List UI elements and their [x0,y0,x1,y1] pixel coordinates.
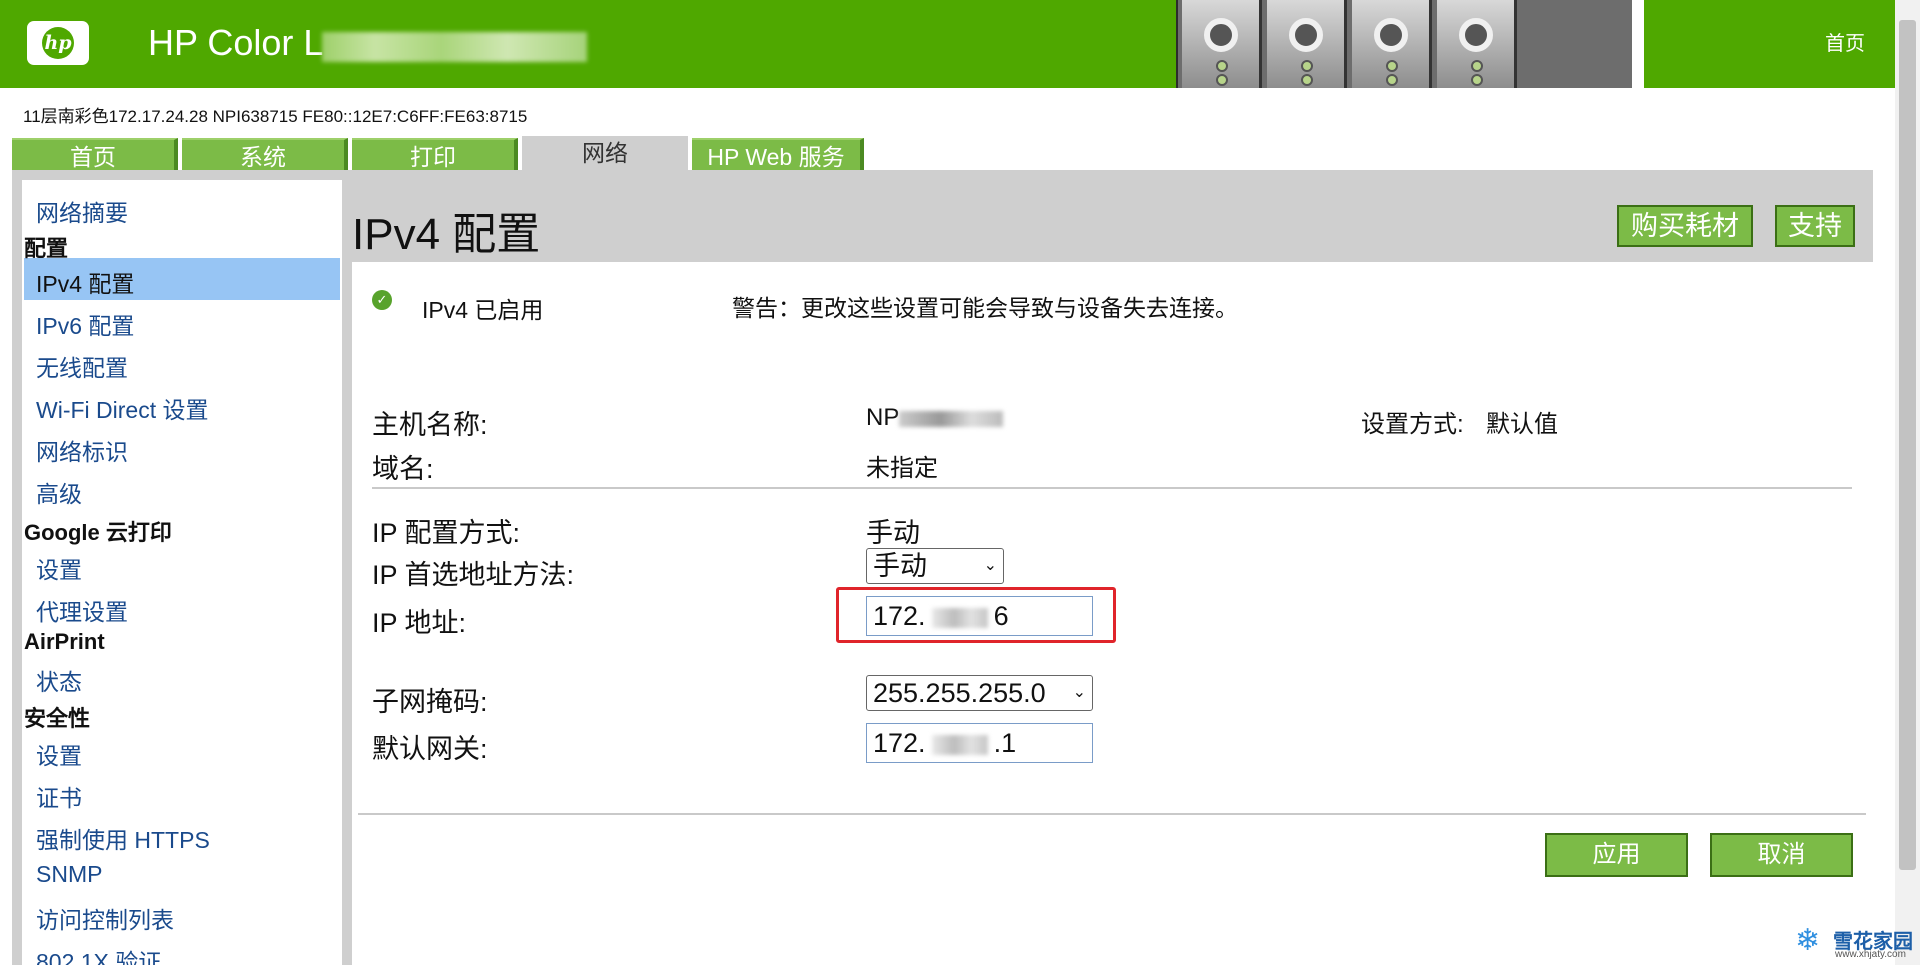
subnet-mask-label: 子网掩码: [372,687,488,717]
domain-label: 域名: [372,454,434,484]
printer-title: HP Color L [148,22,324,63]
default-gateway-input[interactable]: 172. .1 [866,723,1093,763]
header-home-link[interactable]: 首页 [1825,27,1865,56]
sidebar-section-airprint: AirPrint [24,629,105,654]
tab-home[interactable]: 首页 [12,138,178,170]
ip-config-method-value: 手动 [866,518,920,548]
scrollbar-thumb[interactable] [1899,20,1916,870]
chevron-down-icon: ⌄ [1072,684,1086,701]
header-banner: hp HP Color L 首页 [0,0,1895,88]
divider [358,813,1866,815]
hostname-label: 主机名称: [372,410,488,440]
subnet-mask-select[interactable]: 255.255.255.0 ⌄ [866,675,1093,711]
sidebar-item-wifi-direct[interactable]: Wi-Fi Direct 设置 [36,391,208,425]
drive-bay [1352,0,1432,88]
sidebar-item-network-id[interactable]: 网络标识 [36,433,128,467]
sidebar-item-google-settings[interactable]: 设置 [36,551,82,585]
sidebar-item-security-settings[interactable]: 设置 [36,737,82,771]
buy-supplies-button[interactable]: 购买耗材 [1617,205,1753,247]
watermark-url: www.xhjaty.com [1835,949,1906,960]
hp-logo: hp [27,21,89,65]
hp-logo-mark: hp [42,27,74,59]
sidebar-section-google: Google 云打印 [24,520,172,545]
chevron-down-icon: ⌄ [983,557,997,574]
sidebar-item-network-summary[interactable]: 网络摘要 [36,194,128,228]
apply-button[interactable]: 应用 [1545,833,1688,877]
sidebar-item-advanced[interactable]: 高级 [36,475,82,509]
cancel-button[interactable]: 取消 [1710,833,1853,877]
tab-hp-web-services[interactable]: HP Web 服务 [692,138,864,170]
domain-value: 未指定 [866,455,938,482]
drive-bay [1182,0,1262,88]
sidebar-item-snmp[interactable]: SNMP [36,861,102,888]
sidebar-item-certificates[interactable]: 证书 [36,779,82,813]
tab-network[interactable]: 网络 [522,136,688,170]
redacted-title-part [322,32,587,62]
config-method-label: 设置方式: [1361,411,1464,438]
redacted-gateway [931,734,988,755]
ip-pref-method-select[interactable]: 手动 ⌄ [866,548,1004,584]
default-gateway-label: 默认网关: [372,734,488,764]
config-method-value: 默认值 [1486,411,1558,438]
sidebar-section-security: 安全性 [24,706,91,731]
support-button[interactable]: 支持 [1775,205,1855,247]
tab-system[interactable]: 系统 [182,138,348,170]
ip-config-method-label: IP 配置方式: [372,518,521,548]
sidebar-item-wireless[interactable]: 无线配置 [36,349,128,383]
sidebar-item-ipv4[interactable]: IPv4 配置 [36,265,134,299]
sidebar-item-airprint-status[interactable]: 状态 [36,663,82,697]
status-text: IPv4 已启用 [422,297,544,323]
sidebar: 网络摘要 配置 IPv4 配置 IPv6 配置 无线配置 Wi-Fi Direc… [22,180,342,965]
sidebar-item-access-control[interactable]: 访问控制列表 [36,901,174,935]
hostname-value: NP [866,404,1004,432]
check-icon: ✓ [372,290,392,310]
ip-address-label: IP 地址: [372,608,467,638]
banner-image [1176,0,1636,88]
site-watermark: ❄ 雪花家园 www.xhjaty.com [1795,924,1913,961]
tab-print[interactable]: 打印 [352,138,518,170]
sidebar-item-ipv6[interactable]: IPv6 配置 [36,307,134,341]
banner-divider [1632,0,1644,88]
redacted-hostname [899,410,1004,427]
host-info: 11层南彩色172.17.24.28 NPI638715 FE80::12E7:… [23,107,528,126]
sidebar-item-8021x[interactable]: 802.1X 验证 [36,943,161,965]
ip-pref-method-label: IP 首选地址方法: [372,560,575,590]
divider [372,487,1852,489]
sidebar-item-proxy[interactable]: 代理设置 [36,593,128,627]
warning-text: 警告：更改这些设置可能会导致与设备失去连接。 [732,295,1238,321]
snowflake-icon: ❄ [1795,924,1821,957]
drive-bay [1437,0,1517,88]
page-title: IPv4 配置 [352,210,541,259]
sidebar-section-config: 配置 [24,236,69,261]
sidebar-item-force-https[interactable]: 强制使用 HTTPS [36,821,210,855]
drive-bay [1267,0,1347,88]
ip-address-highlight-box [836,587,1116,643]
